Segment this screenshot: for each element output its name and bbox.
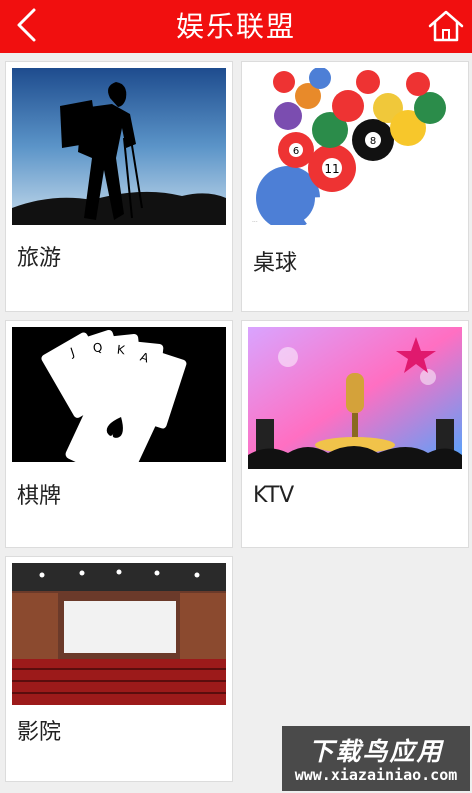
category-label: 棋牌 [17, 484, 62, 509]
cards-image: J Q K A [12, 327, 226, 462]
category-label: 桌球 [253, 251, 298, 276]
category-card-cards[interactable]: J Q K A 棋牌 [5, 320, 233, 548]
billiards-image: 11 6 8 ... [248, 68, 462, 225]
svg-text:...: ... [252, 217, 258, 224]
svg-text:8: 8 [370, 136, 376, 147]
ktv-image [248, 327, 462, 469]
page-title: 娱乐联盟 [175, 10, 296, 43]
home-icon [428, 10, 464, 42]
top-header-bar: 娱乐联盟 [0, 0, 472, 53]
category-card-travel[interactable]: 旅游 [5, 61, 233, 312]
category-card-ktv[interactable]: KTV [241, 320, 469, 548]
category-label: 旅游 [17, 246, 62, 271]
category-card-cinema[interactable]: 影院 [5, 556, 233, 782]
svg-text:11: 11 [324, 162, 339, 176]
category-label: 影院 [17, 720, 62, 745]
watermark-title: 下载鸟应用 [308, 737, 444, 766]
svg-text:6: 6 [293, 146, 299, 157]
watermark-url: www.xiazainiao.com [294, 766, 458, 784]
travel-image [12, 68, 226, 225]
site-watermark: 下载鸟应用 www.xiazainiao.com [282, 726, 470, 791]
category-label: KTV [253, 483, 295, 508]
home-button[interactable] [426, 7, 466, 45]
cinema-image [12, 563, 226, 705]
svg-text:Q: Q [92, 340, 103, 355]
category-card-billiards[interactable]: 11 6 8 ... 桌球 [241, 61, 469, 312]
